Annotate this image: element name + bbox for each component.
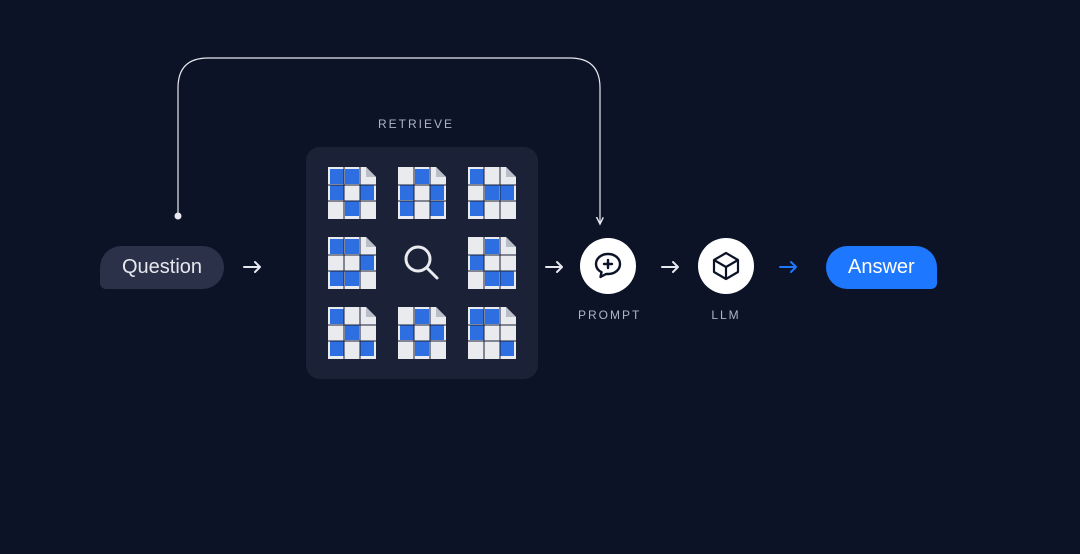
document-icon [324,235,380,291]
retrieve-label: RETRIEVE [306,117,526,131]
arrow-icon [540,252,570,282]
document-icon [394,165,450,221]
llm-node [698,238,754,294]
retrieve-panel [306,147,538,379]
arrow-icon [656,252,686,282]
question-bubble: Question [100,246,224,289]
answer-label: Answer [848,256,915,279]
arrow-icon [238,252,268,282]
answer-bubble: Answer [826,246,937,289]
chat-plus-icon [592,250,624,282]
magnifying-glass-icon [394,235,450,291]
document-icon [464,305,520,361]
document-icon [324,165,380,221]
document-icon [464,165,520,221]
document-icon [464,235,520,291]
prompt-label: PROMPT [578,308,638,322]
llm-label: LLM [696,308,756,322]
rag-flow-diagram: Question RETRIEVE [0,0,1080,554]
cube-wireframe-icon [710,250,742,282]
prompt-node [580,238,636,294]
document-icon [324,305,380,361]
question-label: Question [122,256,202,279]
document-icon [394,305,450,361]
arrow-icon [774,252,804,282]
